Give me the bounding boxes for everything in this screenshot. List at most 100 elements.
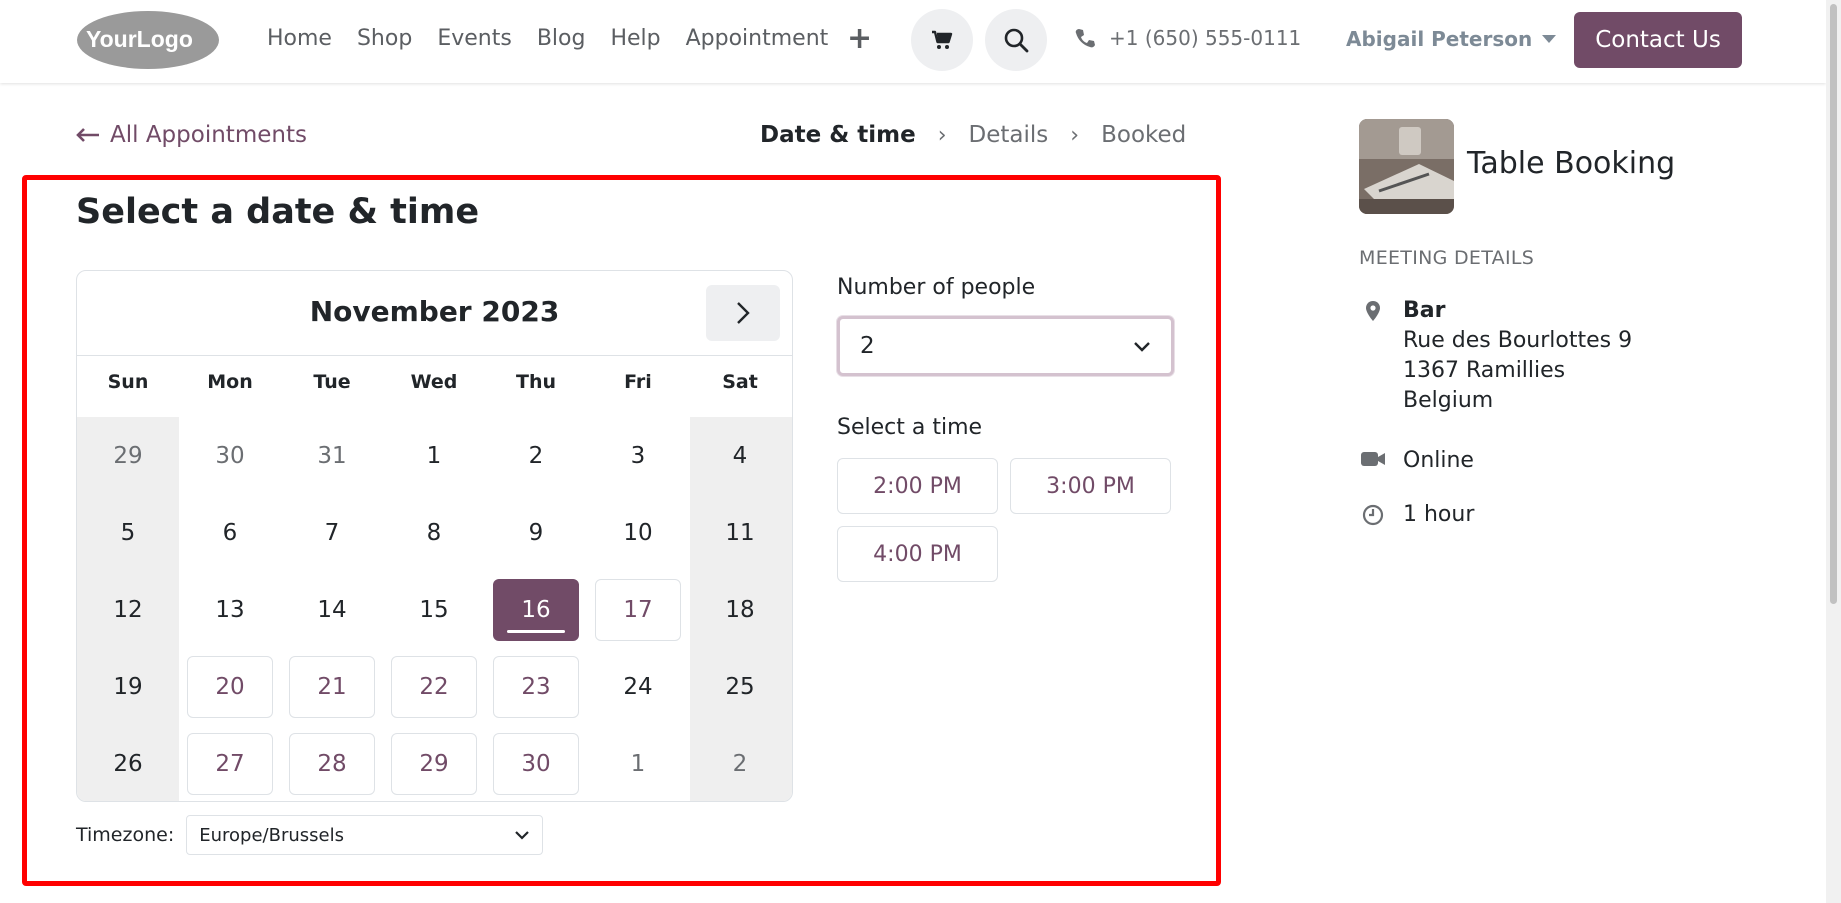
calendar-day-number: 13 <box>215 596 245 623</box>
search-icon <box>1004 28 1029 53</box>
calendar-day-number: 3 <box>630 442 646 469</box>
weekday-label: Tue <box>313 371 351 393</box>
calendar: November 2023 Sun Mon Tue Wed Thu Fri Sat 29 30… <box>76 270 793 802</box>
weekday-label: Mon <box>207 371 253 393</box>
calendar-day: 11 <box>689 494 791 571</box>
calendar-day: 14 <box>281 571 383 648</box>
people-select[interactable]: 2 <box>837 316 1174 376</box>
calendar-day-number: 18 <box>725 596 755 623</box>
video-camera-icon <box>1361 452 1385 466</box>
calendar-day: 7 <box>281 494 383 571</box>
nav-add-icon[interactable]: + <box>847 24 872 54</box>
calendar-day-number: 11 <box>725 519 755 546</box>
nav-events[interactable]: Events <box>437 22 512 56</box>
calendar-day[interactable]: 20 <box>179 648 281 725</box>
nav-blog[interactable]: Blog <box>537 22 586 56</box>
location-name: Bar <box>1403 298 1446 323</box>
nav-home[interactable]: Home <box>267 22 332 56</box>
weekday-label: Wed <box>410 371 458 393</box>
nav-appointment[interactable]: Appointment <box>686 22 829 56</box>
calendar-day-number: 5 <box>120 519 136 546</box>
calendar-day-number: 7 <box>324 519 340 546</box>
calendar-day-selected[interactable]: 16 <box>485 571 587 648</box>
calendar-day: 2 <box>485 417 587 494</box>
user-menu[interactable]: Abigail Peterson <box>1346 27 1557 51</box>
back-to-appointments-link[interactable]: All Appointments <box>76 122 307 148</box>
time-slot-button[interactable]: 2:00 PM <box>837 458 998 514</box>
weekday-header: Sun Mon Tue Wed Thu Fri Sat <box>77 371 792 393</box>
calendar-day[interactable]: 22 <box>383 648 485 725</box>
timezone-label: Timezone: <box>76 824 175 846</box>
calendar-day: 12 <box>77 571 179 648</box>
nav-shop[interactable]: Shop <box>357 22 412 56</box>
chevron-down-icon <box>515 831 530 840</box>
calendar-day-number: 30 <box>493 732 579 795</box>
calendar-day[interactable]: 30 <box>485 725 587 801</box>
step-details: Details <box>968 122 1049 148</box>
calendar-day-number: 28 <box>289 732 375 795</box>
calendar-grid: 29 30 31 1 2 3 4 5 6 7 8 9 10 11 12 13 14 15 16 17 18 19 20 21 2… <box>77 417 792 801</box>
calendar-day-number: 30 <box>215 442 245 469</box>
calendar-day: 8 <box>383 494 485 571</box>
chevron-down-icon <box>1542 35 1557 43</box>
timezone-select[interactable]: Europe/Brussels <box>186 815 544 855</box>
calendar-day-number: 14 <box>317 596 347 623</box>
calendar-day-number: 26 <box>113 750 143 777</box>
next-month-button[interactable] <box>706 285 780 341</box>
calendar-week-row: 29 30 31 1 2 3 4 <box>77 417 792 494</box>
time-slot-button[interactable]: 4:00 PM <box>837 526 998 582</box>
user-name: Abigail Peterson <box>1346 27 1533 51</box>
site-logo[interactable]: YourLogo <box>76 10 220 70</box>
calendar-day[interactable]: 23 <box>485 648 587 725</box>
duration-value: 1 hour <box>1403 502 1475 527</box>
calendar-day: 5 <box>77 494 179 571</box>
calendar-day: 1 <box>383 417 485 494</box>
search-button[interactable] <box>985 9 1047 71</box>
page-scrollbar[interactable] <box>1826 0 1841 903</box>
calendar-day[interactable]: 17 <box>587 571 689 648</box>
calendar-day[interactable]: 21 <box>281 648 383 725</box>
calendar-day: 13 <box>179 571 281 648</box>
contact-us-button[interactable]: Contact Us <box>1574 12 1742 68</box>
calendar-day-number: 15 <box>419 596 449 623</box>
calendar-week-row: 19 20 21 22 23 24 25 <box>77 648 792 725</box>
back-link-label: All Appointments <box>110 122 307 148</box>
booking-steps: Date & time › Details › Booked <box>760 122 1186 148</box>
calendar-day: 3 <box>587 417 689 494</box>
site-header: YourLogo Home Shop Events Blog Help Appo… <box>0 0 1826 83</box>
calendar-day-number: 2 <box>528 442 544 469</box>
calendar-day: 15 <box>383 571 485 648</box>
calendar-day: 9 <box>485 494 587 571</box>
calendar-day-number: 29 <box>113 442 143 469</box>
phone-link[interactable]: +1 (650) 555-0111 <box>1075 26 1301 50</box>
calendar-day[interactable]: 27 <box>179 725 281 801</box>
meeting-details-label: MEETING DETAILS <box>1359 247 1535 269</box>
calendar-day: 26 <box>77 725 179 801</box>
calendar-day-number: 19 <box>113 673 143 700</box>
chevron-right-icon: › <box>937 122 947 148</box>
duration-info: 1 hour <box>1359 500 1474 530</box>
calendar-header: November 2023 <box>77 271 792 356</box>
weekday-label: Thu <box>515 371 556 393</box>
chevron-down-icon <box>1134 341 1150 352</box>
calendar-day[interactable]: 28 <box>281 725 383 801</box>
nav-help[interactable]: Help <box>610 22 660 56</box>
cart-icon <box>932 30 953 49</box>
step-date-time: Date & time <box>760 122 916 148</box>
calendar-day: 19 <box>77 648 179 725</box>
weekday-label: Sat <box>722 371 758 393</box>
calendar-day: 1 <box>587 725 689 801</box>
cart-button[interactable] <box>911 9 973 71</box>
calendar-day-number: 2 <box>732 750 748 777</box>
step-booked: Booked <box>1101 122 1187 148</box>
scrollbar-thumb[interactable] <box>1830 4 1837 604</box>
main-nav: Home Shop Events Blog Help Appointment <box>267 22 853 56</box>
location-info: Bar Rue des Bourlottes 9 1367 Ramillies … <box>1359 296 1632 416</box>
select-time-label: Select a time <box>837 415 983 440</box>
chevron-right-icon <box>737 302 750 324</box>
time-slot-button[interactable]: 3:00 PM <box>1010 458 1171 514</box>
calendar-day[interactable]: 29 <box>383 725 485 801</box>
calendar-day-number: 27 <box>187 732 273 795</box>
calendar-day-number: 20 <box>187 655 273 718</box>
calendar-day: 6 <box>179 494 281 571</box>
